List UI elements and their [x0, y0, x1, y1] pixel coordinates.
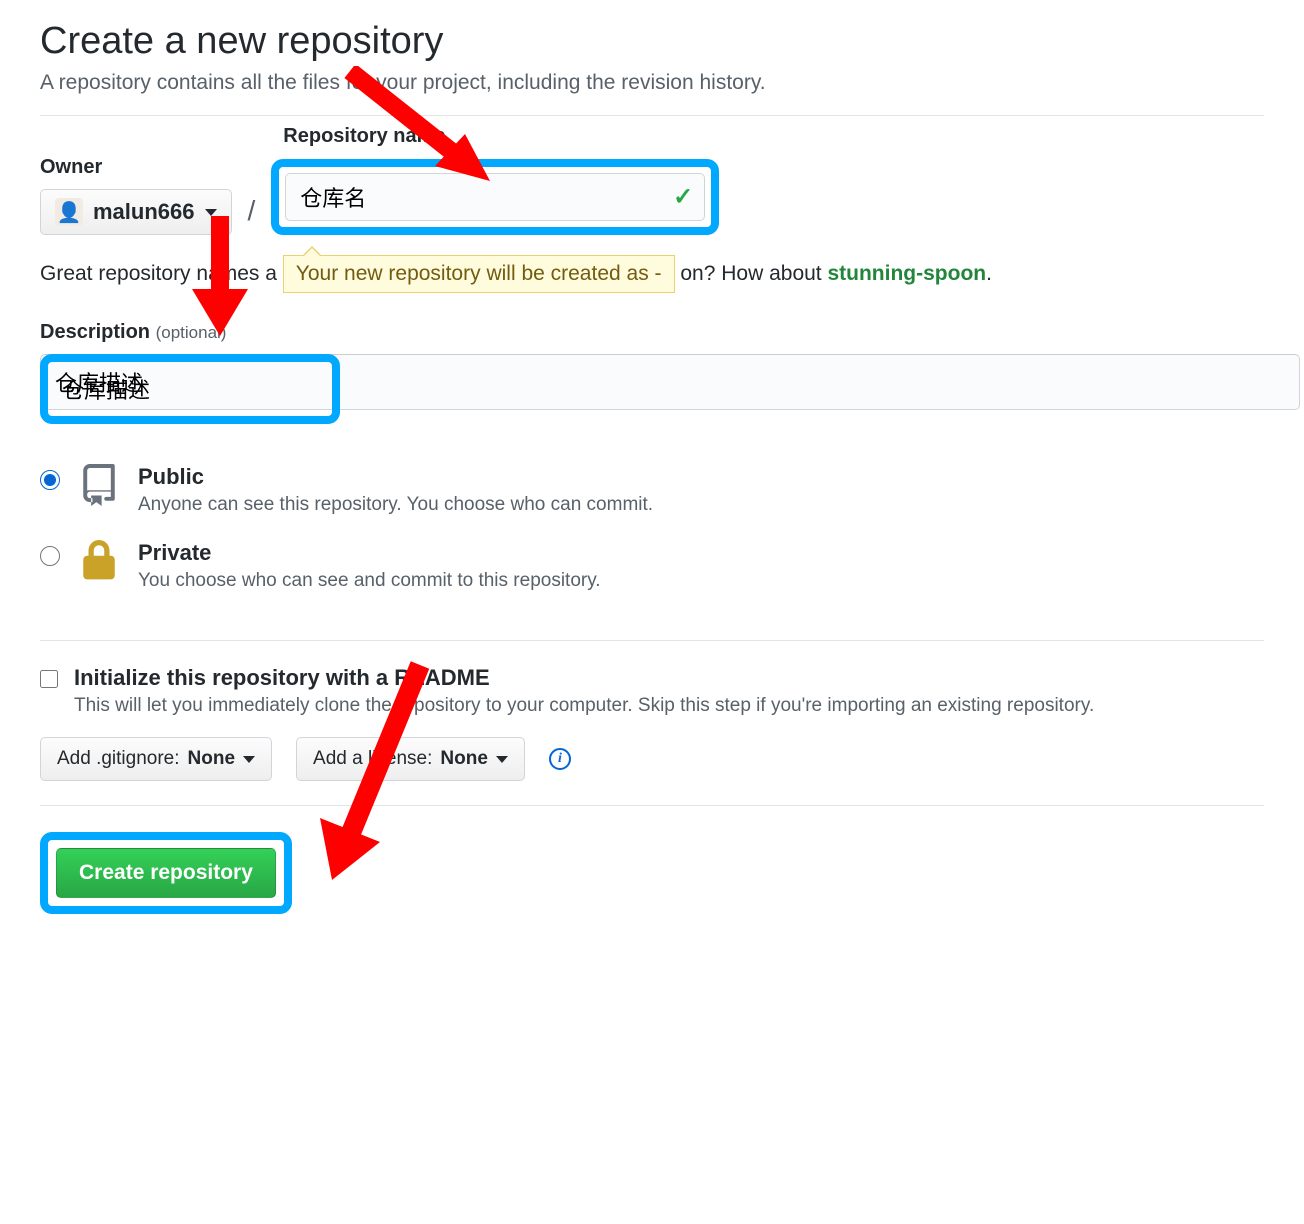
- license-select[interactable]: Add a license: None: [296, 737, 525, 781]
- check-icon: ✓: [673, 183, 693, 212]
- readme-title: Initialize this repository with a README: [74, 665, 1264, 691]
- page-title: Create a new repository: [40, 20, 1264, 63]
- info-icon[interactable]: i: [549, 748, 571, 770]
- description-optional: (optional): [156, 323, 227, 342]
- private-desc: You choose who can see and commit to thi…: [138, 570, 1264, 592]
- hint-prefix: Great repository names a: [40, 262, 277, 285]
- owner-label: Owner: [40, 156, 232, 179]
- suggestion-link[interactable]: stunning-spoon: [827, 262, 986, 285]
- repo-public-icon: [78, 464, 120, 506]
- avatar: 👤: [55, 198, 83, 226]
- public-desc: Anyone can see this repository. You choo…: [138, 494, 1264, 516]
- hint-row: Great repository names a Your new reposi…: [40, 255, 1264, 293]
- caret-down-icon: [243, 756, 255, 763]
- lock-icon: [78, 540, 120, 582]
- license-label: Add a license:: [313, 748, 432, 770]
- gitignore-label: Add .gitignore:: [57, 748, 180, 770]
- annotation-highlight-create: Create repository: [40, 832, 292, 914]
- repo-name-tooltip: Your new repository will be created as -: [283, 255, 675, 293]
- slash-separator: /: [244, 195, 260, 235]
- readme-desc: This will let you immediately clone the …: [74, 695, 1264, 717]
- annotation-highlight-repo-name: ✓: [271, 159, 719, 235]
- page-subtitle: A repository contains all the files for …: [40, 71, 1264, 116]
- owner-select[interactable]: 👤 malun666: [40, 189, 232, 235]
- private-title: Private: [138, 540, 1264, 566]
- owner-username: malun666: [93, 199, 195, 225]
- hint-suffix-before: on? How about: [680, 262, 827, 285]
- description-input-overlay[interactable]: [48, 362, 332, 416]
- description-label: Description (optional): [40, 321, 1264, 344]
- visibility-private-radio[interactable]: [40, 546, 60, 566]
- visibility-public-radio[interactable]: [40, 470, 60, 490]
- caret-down-icon: [205, 209, 217, 216]
- repo-name-input[interactable]: [285, 173, 705, 221]
- initialize-readme-checkbox[interactable]: [40, 670, 58, 688]
- gitignore-value: None: [188, 748, 236, 770]
- license-value: None: [440, 748, 488, 770]
- public-title: Public: [138, 464, 1264, 490]
- annotation-highlight-description: [40, 354, 340, 424]
- gitignore-select[interactable]: Add .gitignore: None: [40, 737, 272, 781]
- create-repository-button[interactable]: Create repository: [56, 848, 276, 898]
- hint-suffix-after: .: [986, 262, 992, 285]
- repo-name-label: Repository name: [283, 125, 445, 148]
- caret-down-icon: [496, 756, 508, 763]
